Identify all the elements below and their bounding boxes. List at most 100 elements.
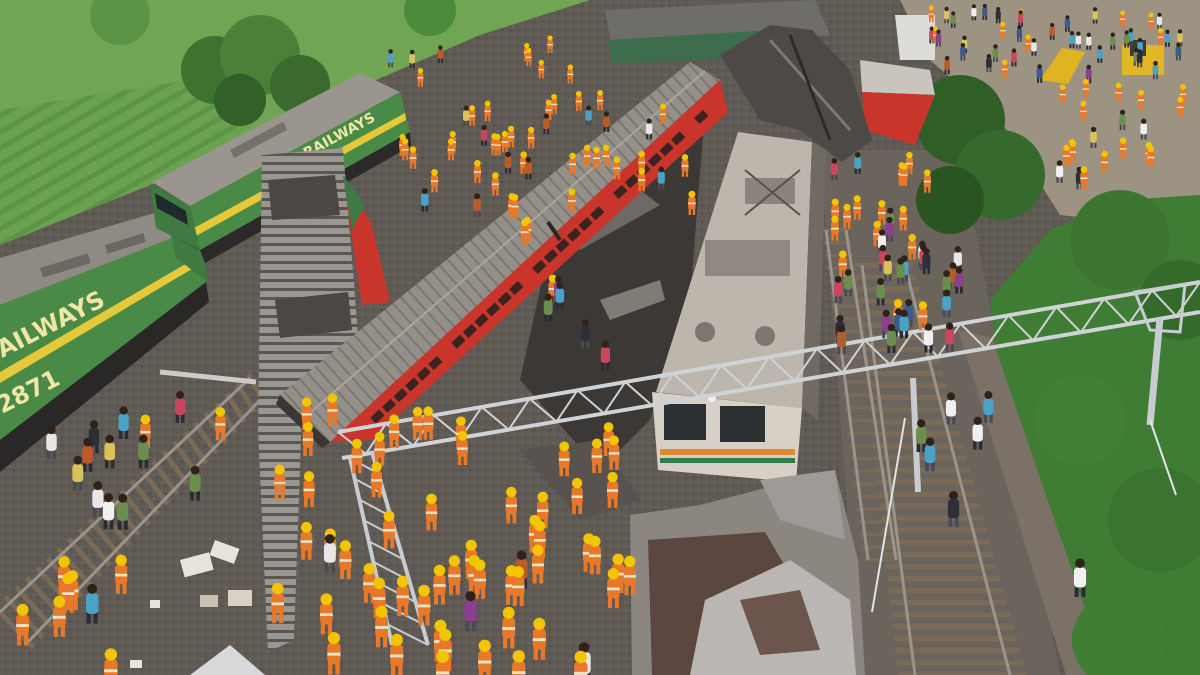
helmet xyxy=(571,477,583,489)
reflective-stripe xyxy=(104,669,118,673)
person-head xyxy=(544,293,552,301)
reflective-stripe xyxy=(550,103,558,106)
tree xyxy=(214,74,266,126)
reflective-stripe xyxy=(638,179,646,181)
person-body xyxy=(102,501,115,521)
helmet xyxy=(688,190,696,198)
person-head xyxy=(554,275,562,283)
person-body xyxy=(992,48,999,58)
reflective-stripe xyxy=(62,592,75,595)
helmet xyxy=(433,564,446,577)
helmet xyxy=(603,422,614,432)
person-body xyxy=(944,60,950,70)
reflective-stripe xyxy=(574,671,588,675)
reflective-stripe xyxy=(567,73,574,75)
helmet xyxy=(567,64,574,70)
reflective-stripe xyxy=(831,210,839,213)
person-head xyxy=(1086,32,1091,37)
person-head xyxy=(1017,25,1022,30)
helmet xyxy=(423,406,433,416)
reflective-stripe xyxy=(371,479,383,482)
person-body xyxy=(1016,29,1023,38)
person-head xyxy=(993,44,998,49)
helmet xyxy=(1119,137,1127,144)
person-head xyxy=(1037,64,1042,69)
person-head xyxy=(421,188,428,195)
person-head xyxy=(1165,29,1170,34)
person-body xyxy=(1140,123,1147,135)
helmet xyxy=(559,441,570,452)
reflective-stripe xyxy=(372,597,386,600)
helmet xyxy=(492,172,499,179)
reflective-stripe xyxy=(501,141,509,143)
person-body xyxy=(1069,35,1075,44)
helmet xyxy=(1101,150,1108,158)
person-head xyxy=(1110,32,1115,37)
rescue-worker xyxy=(104,648,118,675)
person-body xyxy=(138,442,149,461)
helmet xyxy=(602,144,610,151)
front-stripe-green xyxy=(660,458,795,463)
person-body xyxy=(899,316,909,332)
person-head xyxy=(1075,558,1085,569)
person-head xyxy=(1056,160,1063,166)
person-head xyxy=(47,425,56,435)
person-body xyxy=(1110,36,1116,46)
reflective-stripe xyxy=(596,99,604,102)
helmet xyxy=(609,435,619,446)
person-body xyxy=(876,284,885,299)
person-body xyxy=(1136,53,1143,63)
helmet xyxy=(838,250,847,259)
person-body xyxy=(85,593,99,614)
helmet xyxy=(1180,84,1186,90)
helmet xyxy=(853,195,861,203)
person-head xyxy=(844,269,852,276)
reflective-stripe xyxy=(1063,155,1070,157)
person-body xyxy=(175,398,186,416)
reflective-stripe xyxy=(423,422,434,425)
person-body xyxy=(885,222,894,236)
coach-bogie xyxy=(268,175,340,220)
helmet xyxy=(417,67,424,74)
reflective-stripe xyxy=(447,149,455,151)
reflective-stripe xyxy=(274,481,286,485)
person-body xyxy=(543,118,550,130)
person-body xyxy=(942,295,951,311)
person-body xyxy=(464,600,477,622)
helmet xyxy=(1138,89,1144,96)
person-head xyxy=(83,438,92,447)
person-head xyxy=(882,309,890,317)
reflective-stripe xyxy=(608,452,620,455)
person-body xyxy=(1090,131,1097,143)
front-stripe-orange xyxy=(660,449,795,455)
person-head xyxy=(837,324,846,333)
helmet xyxy=(624,555,636,568)
helmet xyxy=(426,493,437,505)
person-body xyxy=(1156,16,1163,26)
helmet xyxy=(402,138,409,145)
reflective-stripe xyxy=(388,430,400,434)
reflective-stripe xyxy=(390,654,404,658)
helmet xyxy=(271,582,284,595)
reflective-stripe xyxy=(1148,20,1154,22)
person-head xyxy=(834,276,842,283)
person-body xyxy=(463,110,470,121)
reflective-stripe xyxy=(831,227,839,230)
person-head xyxy=(954,246,962,253)
person-head xyxy=(1011,48,1017,53)
reflective-stripe xyxy=(457,447,468,450)
person-head xyxy=(525,156,532,163)
rescue-worker xyxy=(574,650,588,675)
helmet xyxy=(409,146,417,153)
helmet xyxy=(575,90,582,97)
reflective-stripe xyxy=(607,489,619,492)
person-head xyxy=(1119,109,1126,115)
person-head xyxy=(1097,45,1103,50)
reflective-stripe xyxy=(900,174,908,176)
helmet xyxy=(1148,12,1154,18)
helmet xyxy=(501,130,508,138)
helmet xyxy=(303,471,315,482)
reflective-stripe xyxy=(538,68,545,71)
reflective-stripe xyxy=(473,171,481,173)
helmet xyxy=(371,461,382,473)
